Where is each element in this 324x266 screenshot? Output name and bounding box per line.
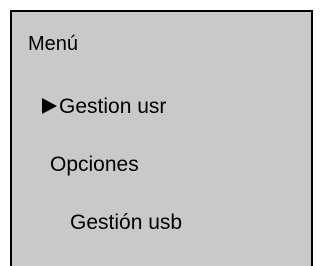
menu-item-label: Opciones — [50, 153, 139, 176]
pointer-icon — [42, 98, 57, 114]
menu-title: Menú — [28, 33, 79, 55]
menu-item-opciones[interactable]: Opciones — [50, 152, 139, 178]
menu-item-gestion-usr[interactable]: Gestion usr — [42, 94, 166, 120]
menu-item-label: Gestion usr — [59, 95, 167, 118]
menu-panel: Menú Gestion usr Opciones Gestión usb — [10, 10, 313, 266]
menu-item-gestion-usb[interactable]: Gestión usb — [70, 210, 182, 236]
menu-item-label: Gestión usb — [70, 211, 183, 234]
